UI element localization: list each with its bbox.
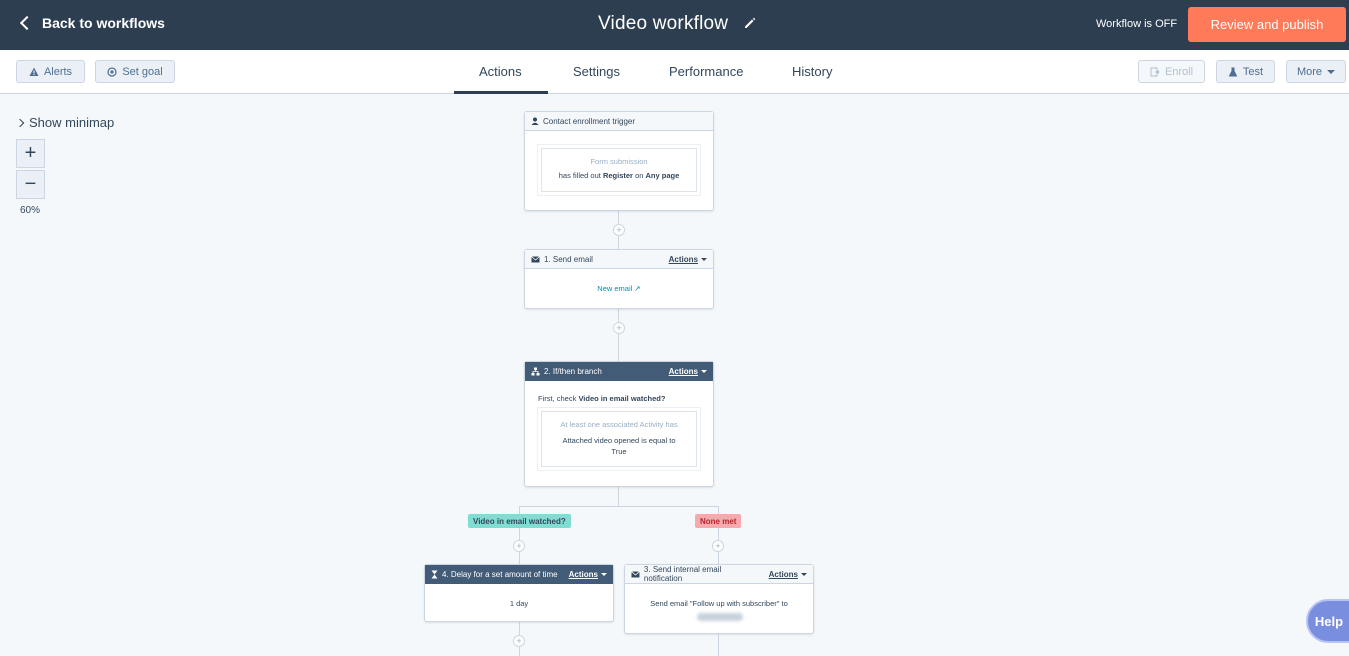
if-then-branch-card[interactable]: 2. If/then branch Actions First, check V… <box>524 361 714 487</box>
branch-icon <box>531 367 540 376</box>
condition-line-1: At least one associated Activity has <box>560 420 678 429</box>
caret-down-icon <box>1327 69 1336 74</box>
connector-line <box>618 487 619 507</box>
set-goal-button[interactable]: Set goal <box>95 60 175 83</box>
step1-actions-menu[interactable]: Actions <box>669 255 707 264</box>
workflow-canvas[interactable]: Show minimap + − 60% + + + + + Contact e… <box>0 94 1349 656</box>
alerts-label: Alerts <box>43 65 73 78</box>
branch-label-video-watched: Video in email watched? <box>468 514 571 528</box>
back-label: Back to workflows <box>42 15 165 31</box>
recipient-redacted <box>697 613 743 621</box>
filter-description: has filled out Register on Any page <box>542 171 696 180</box>
notification-text: Send email "Follow up with subscriber" t… <box>650 599 788 608</box>
set-goal-label: Set goal <box>122 65 163 78</box>
branch-connector <box>519 506 719 507</box>
connector-line <box>718 634 719 656</box>
tab-performance[interactable]: Performance <box>669 64 743 79</box>
minimap-label: Show minimap <box>29 115 115 130</box>
filter-text: has filled out <box>558 171 601 180</box>
hourglass-icon <box>431 570 438 579</box>
caret-down-icon <box>601 573 607 576</box>
caret-down-icon <box>701 257 707 261</box>
step3-title: 3. Send internal email notification <box>643 565 722 583</box>
caret-down-icon <box>801 572 807 576</box>
step3-header: 3. Send internal email notification Acti… <box>625 565 813 584</box>
email-icon <box>531 255 540 262</box>
internal-email-card[interactable]: 3. Send internal email notification Acti… <box>624 564 814 634</box>
workflow-title[interactable]: Video workflow <box>598 13 728 35</box>
test-label: Test <box>1242 65 1264 78</box>
more-label: More <box>1296 65 1323 78</box>
external-link-icon: ↗ <box>634 284 641 293</box>
show-minimap-toggle[interactable]: Show minimap <box>15 115 115 130</box>
check-prefix: First, check <box>538 394 577 403</box>
add-action-button[interactable]: + <box>712 540 724 552</box>
step1-title: 1. Send email <box>544 254 593 264</box>
workflow-status: Workflow is OFF <box>1096 18 1178 30</box>
actions-label: Actions <box>668 367 698 376</box>
back-to-workflows-link[interactable]: Back to workflows <box>18 15 165 31</box>
trigger-title: Contact enrollment trigger <box>543 116 636 126</box>
contact-icon <box>531 117 539 125</box>
tab-history[interactable]: History <box>792 64 832 79</box>
new-email-link[interactable]: New email ↗ <box>525 284 713 293</box>
step2-actions-menu[interactable]: Actions <box>669 367 707 376</box>
condition-line-2: Attached video opened is equal to <box>562 436 676 445</box>
alerts-button[interactable]: Alerts <box>16 60 85 83</box>
filter-type: Form submission <box>590 157 648 166</box>
delay-duration: 1 day <box>509 599 529 608</box>
zoom-out-button[interactable]: − <box>16 170 45 199</box>
zoom-level: 60% <box>20 205 41 216</box>
step4-title: 4. Delay for a set amount of time <box>442 570 558 579</box>
send-email-card[interactable]: 1. Send email Actions New email ↗ <box>524 249 714 309</box>
add-action-button[interactable]: + <box>613 224 625 236</box>
actions-label: Actions <box>768 569 798 579</box>
toolbar: Alerts Set goal Actions Settings Perform… <box>0 50 1349 94</box>
enroll-label: Enroll <box>1164 65 1194 78</box>
add-action-button[interactable]: + <box>513 635 525 647</box>
branch-label-none-met: None met <box>695 514 742 528</box>
chevron-left-icon <box>19 15 35 31</box>
trigger-filter-box: Form submission has filled out Register … <box>541 148 697 192</box>
caret-down-icon <box>701 370 707 373</box>
actions-label: Actions <box>668 254 698 264</box>
add-action-button[interactable]: + <box>613 322 625 334</box>
filter-page: Any page <box>645 171 680 180</box>
step1-header: 1. Send email Actions <box>525 250 713 269</box>
pencil-icon[interactable] <box>742 15 758 31</box>
more-dropdown[interactable]: More <box>1286 60 1346 83</box>
branch-check-text: First, check Video in email watched? <box>538 394 665 403</box>
step4-actions-menu[interactable]: Actions <box>569 570 607 579</box>
check-name: Video in email watched? <box>578 394 666 403</box>
flask-icon <box>1228 67 1238 76</box>
filter-text: on <box>635 171 644 180</box>
step2-header: 2. If/then branch Actions <box>525 362 713 381</box>
warning-icon <box>29 67 39 76</box>
enroll-button[interactable]: Enroll <box>1138 60 1205 83</box>
delay-card[interactable]: 4. Delay for a set amount of time Action… <box>424 564 614 622</box>
chevron-right-icon <box>15 118 25 127</box>
enrollment-trigger-card[interactable]: Contact enrollment trigger Form submissi… <box>524 111 714 211</box>
filter-form: Register <box>602 171 633 180</box>
step4-header: 4. Delay for a set amount of time Action… <box>425 565 613 584</box>
tab-settings[interactable]: Settings <box>573 64 620 79</box>
target-icon <box>107 66 117 77</box>
step3-actions-menu[interactable]: Actions <box>769 570 807 579</box>
zoom-in-button[interactable]: + <box>16 139 45 168</box>
condition-line-3: True <box>611 447 627 456</box>
help-button[interactable]: Help <box>1306 599 1349 643</box>
email-icon <box>631 570 640 577</box>
connector-line <box>618 309 619 361</box>
branch-filter-box: At least one associated Activity has Att… <box>541 411 697 467</box>
actions-label: Actions <box>568 570 598 579</box>
review-and-publish-button[interactable]: Review and publish <box>1188 7 1346 42</box>
add-action-button[interactable]: + <box>513 540 525 552</box>
enroll-icon <box>1150 67 1160 76</box>
trigger-header: Contact enrollment trigger <box>525 112 713 131</box>
new-email-label: New email <box>597 284 633 293</box>
step2-title: 2. If/then branch <box>544 367 602 376</box>
top-bar: Back to workflows Video workflow Workflo… <box>0 0 1349 50</box>
test-button[interactable]: Test <box>1216 60 1275 83</box>
tab-actions[interactable]: Actions <box>479 64 522 79</box>
